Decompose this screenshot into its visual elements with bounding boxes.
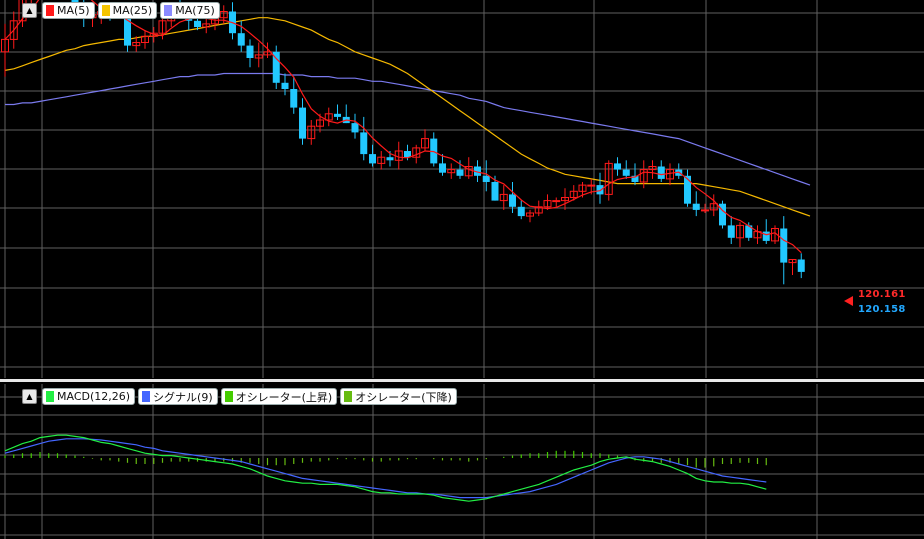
macd-collapse-button[interactable]: ▲	[22, 389, 37, 404]
candle-body-down	[614, 163, 621, 170]
ma75-line	[5, 72, 811, 186]
candle-body-down	[657, 166, 665, 179]
current-price-blue: 120.158	[858, 304, 906, 315]
legend-macd[interactable]: MACD(12,26)	[42, 388, 136, 405]
legend-osc-down-label: オシレーター(下降)	[355, 390, 452, 404]
candle-body-down	[684, 175, 691, 204]
candle-body-down	[360, 132, 368, 155]
macd-line	[4, 434, 767, 502]
candle-body-down	[290, 89, 298, 108]
candle-body-down	[482, 175, 490, 182]
candle-body-down	[509, 194, 516, 207]
candle-body-down	[456, 169, 464, 176]
ma25-swatch	[101, 5, 110, 16]
candle-body-down	[194, 20, 201, 27]
candle-body-up	[552, 200, 561, 203]
ma5-swatch	[46, 5, 54, 16]
chart-canvas	[0, 0, 924, 539]
legend-signal[interactable]: シグナル(9)	[138, 388, 218, 405]
signal-line	[4, 438, 767, 499]
candle-body-down	[299, 107, 306, 139]
macd-legend: ▲ MACD(12,26) シグナル(9) オシレーター(上昇) オシレーター(…	[22, 388, 457, 405]
legend-ma5-label: MA(5)	[57, 4, 90, 17]
candle-body-down	[727, 225, 735, 238]
candle-body-up	[587, 184, 596, 187]
candle-body-up	[701, 209, 709, 212]
legend-ma25[interactable]: MA(25)	[97, 2, 158, 19]
osc-up-swatch	[224, 391, 233, 402]
legend-ma75[interactable]: MA(75)	[160, 2, 220, 19]
legend-osc-up[interactable]: オシレーター(上昇)	[220, 388, 338, 405]
main-legend: ▲ MA(5) MA(25) MA(75)	[22, 2, 220, 19]
candle-body-down	[762, 231, 770, 241]
macd-swatch	[46, 391, 54, 402]
legend-osc-down[interactable]: オシレーター(下降)	[340, 388, 457, 405]
candle-body-down	[386, 157, 394, 161]
osc-down-swatch	[344, 391, 353, 402]
candle-body-down	[439, 163, 446, 173]
legend-signal-label: シグナル(9)	[153, 390, 213, 404]
ma75-swatch	[164, 5, 173, 16]
legend-ma75-label: MA(75)	[175, 4, 215, 17]
legend-osc-up-label: オシレーター(上昇)	[235, 390, 333, 404]
candle-body-down	[404, 151, 411, 158]
candle-body-down	[491, 182, 499, 201]
candle-body-down	[780, 228, 788, 263]
legend-ma25-label: MA(25)	[112, 4, 153, 17]
candle-body-down	[692, 203, 700, 210]
candle-body-down	[237, 33, 245, 46]
candle-body-down	[596, 185, 604, 195]
candle-body-down	[622, 169, 630, 176]
candle-body-down	[334, 113, 341, 117]
candle-body-down	[517, 206, 525, 217]
main-collapse-button[interactable]: ▲	[22, 3, 37, 18]
candle-body-down	[246, 45, 254, 58]
pane-separator	[0, 379, 924, 382]
current-price-red: 120.161	[858, 289, 906, 300]
candle-body-down	[369, 154, 376, 164]
legend-ma5[interactable]: MA(5)	[42, 2, 95, 19]
signal-swatch	[142, 391, 151, 402]
current-price-arrow-icon	[844, 296, 853, 306]
candle-body-down	[281, 82, 289, 89]
candle-body-down	[797, 259, 805, 272]
legend-macd-label: MACD(12,26)	[57, 390, 131, 403]
candle-body-down	[351, 123, 359, 133]
